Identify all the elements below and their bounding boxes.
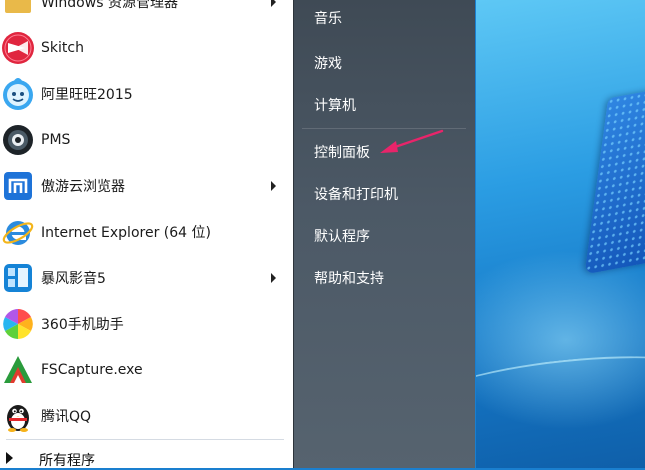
qq-penguin-icon xyxy=(1,399,35,433)
program-label: Skitch xyxy=(41,40,84,56)
program-item-aliwangwang[interactable]: 阿里旺旺2015 xyxy=(0,71,293,117)
program-label: 360手机助手 xyxy=(41,317,124,333)
program-item-skitch[interactable]: Skitch xyxy=(0,25,293,71)
program-label: Internet Explorer (64 位) xyxy=(41,225,211,241)
program-label: 阿里旺旺2015 xyxy=(41,87,133,103)
program-label: 暴风影音5 xyxy=(41,271,106,287)
system-item-label: 音乐 xyxy=(314,11,342,27)
system-item-label: 设备和打印机 xyxy=(314,187,398,203)
aliwangwang-icon xyxy=(1,77,35,111)
desktop-wallpaper xyxy=(476,0,645,468)
pms-icon xyxy=(1,123,35,157)
system-item-label: 帮助和支持 xyxy=(314,271,384,287)
program-label: FSCapture.exe xyxy=(41,362,143,378)
all-programs-label: 所有程序 xyxy=(39,453,95,469)
program-label: Windows 资源管理器 xyxy=(41,0,178,11)
program-item-pms[interactable]: PMS xyxy=(0,117,293,163)
submenu-arrow-icon[interactable] xyxy=(271,181,276,191)
system-item-devices-printers[interactable]: 设备和打印机 xyxy=(294,173,475,213)
internet-explorer-icon xyxy=(1,215,35,249)
program-item-baofeng[interactable]: 暴风影音5 xyxy=(0,255,293,301)
program-item-360-assistant[interactable]: 360手机助手 xyxy=(0,301,293,347)
divider xyxy=(6,439,284,440)
system-item-computer[interactable]: 计算机 xyxy=(294,84,475,124)
skitch-icon xyxy=(1,31,35,65)
program-label: 傲游云浏览器 xyxy=(41,179,125,195)
system-item-default-programs[interactable]: 默认程序 xyxy=(294,215,475,255)
system-item-label: 默认程序 xyxy=(314,229,370,245)
windows-logo-icon xyxy=(584,85,645,275)
program-item-windows-explorer[interactable]: Windows 资源管理器 xyxy=(0,0,293,25)
baofeng-icon xyxy=(1,261,35,295)
system-item-label: 控制面板 xyxy=(314,145,370,161)
maxthon-icon xyxy=(1,169,35,203)
system-item-label: 计算机 xyxy=(314,98,356,114)
start-menu-system-pane: 音乐 游戏 计算机 控制面板 设备和打印机 默认程序 帮助和支持 xyxy=(293,0,475,468)
annotation-arrow-icon xyxy=(380,129,444,153)
expand-arrow-icon xyxy=(6,452,13,464)
submenu-arrow-icon[interactable] xyxy=(271,0,276,7)
360-assistant-icon xyxy=(1,307,35,341)
program-item-maxthon[interactable]: 傲游云浏览器 xyxy=(0,163,293,209)
program-item-internet-explorer[interactable]: Internet Explorer (64 位) xyxy=(0,209,293,255)
system-item-games[interactable]: 游戏 xyxy=(294,42,475,82)
system-item-help-support[interactable]: 帮助和支持 xyxy=(294,257,475,297)
program-item-tencent-qq[interactable]: 腾讯QQ xyxy=(0,393,293,439)
start-menu-programs-pane: Windows 资源管理器 Skitch 阿里旺旺2015 PMS 傲游云浏览器… xyxy=(0,0,293,469)
submenu-arrow-icon[interactable] xyxy=(271,273,276,283)
program-label: PMS xyxy=(41,132,71,148)
program-label: 腾讯QQ xyxy=(41,409,92,425)
fscapture-icon xyxy=(1,353,35,387)
explorer-folder-icon xyxy=(1,0,35,19)
program-item-fscapture[interactable]: FSCapture.exe xyxy=(0,347,293,393)
system-item-label: 游戏 xyxy=(314,56,342,72)
all-programs-button[interactable]: 所有程序 xyxy=(0,446,293,469)
system-item-music[interactable]: 音乐 xyxy=(294,0,475,37)
